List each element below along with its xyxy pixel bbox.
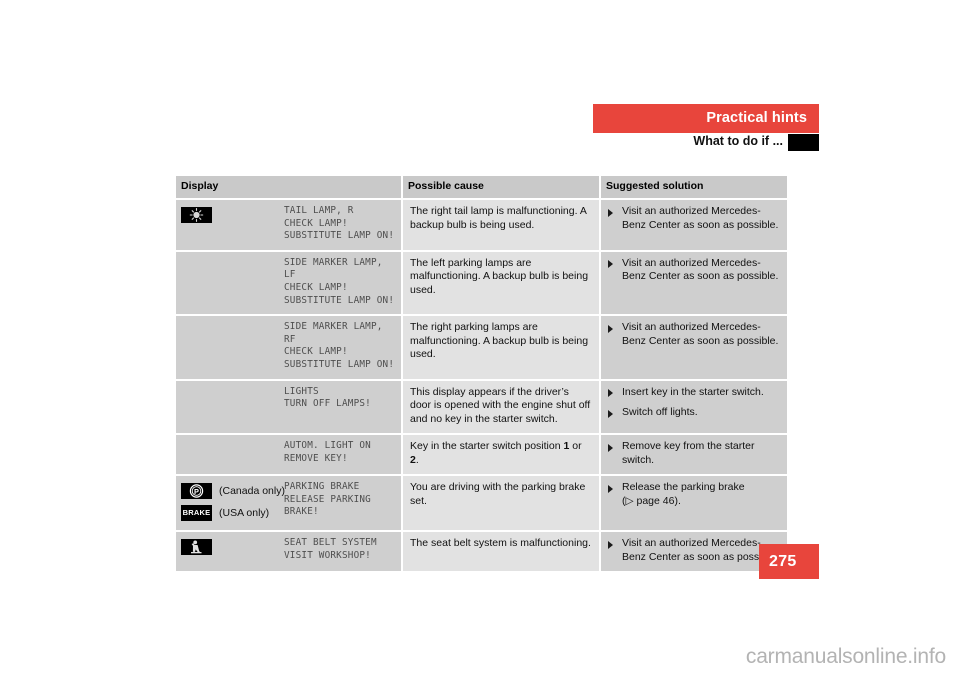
solution-text: Visit an authorized Mercedes-Benz Center… <box>622 256 779 283</box>
suggested-solution-cell: Remove key from the starter switch. <box>600 434 787 477</box>
suggested-solution-cell: Visit an authorized Mercedes-Benz Center… <box>600 250 787 317</box>
table-row: AUTOM. LIGHT ON REMOVE KEY! Key in the sta… <box>176 434 787 477</box>
table-row: SIDE MARKER LAMP, RF CHECK LAMP! SUBSTITUT… <box>176 315 787 381</box>
solution-cross-reference: (▷ page 46). <box>622 494 681 507</box>
possible-cause-cell: The left parking lamps are malfunctionin… <box>402 250 601 317</box>
warning-messages-table: Display Possible cause Suggested solutio… <box>176 176 787 572</box>
display-message-line: VISIT WORKSHOP! <box>284 549 371 561</box>
possible-cause-cell: This display appears if the driver’s doo… <box>402 379 601 436</box>
display-icon-cell <box>176 434 278 477</box>
table-row: TAIL LAMP, R CHECK LAMP! SUBSTITUTE LAMP O… <box>176 199 787 252</box>
solution-bullet: Switch off lights. <box>606 406 781 420</box>
column-header-possible-cause: Possible cause <box>402 176 601 200</box>
section-thumb-marker <box>788 134 819 151</box>
display-message-cell: TAIL LAMP, R CHECK LAMP! SUBSTITUTE LAMP O… <box>278 199 403 252</box>
possible-cause-cell: You are driving with the parking brake s… <box>402 475 601 533</box>
display-icon-cell <box>176 250 278 317</box>
table-header-row: Display Possible cause Suggested solutio… <box>176 176 787 200</box>
solution-text: Visit an authorized Mercedes-Benz Center… <box>622 205 779 231</box>
display-message-cell: SEAT BELT SYSTEM VISIT WORKSHOP! <box>278 531 403 572</box>
icon-region-label: (Canada only) <box>219 485 285 498</box>
display-message-line: LIGHTS <box>284 385 319 397</box>
icon-region-label: (USA only) <box>219 507 270 520</box>
display-message-line: TURN OFF LAMPS! <box>284 398 371 410</box>
display-message-line: SUBSTITUTE LAMP ON! <box>284 230 395 242</box>
page-number: 275 <box>769 553 797 570</box>
display-icon-cell <box>176 199 278 252</box>
display-message-line: RELEASE PARKING BRAKE! <box>284 493 371 518</box>
bullet-triangle-icon <box>608 208 613 217</box>
display-message-cell: SIDE MARKER LAMP, LF CHECK LAMP! SUBSTITUT… <box>278 250 403 317</box>
solution-bullet: Remove key from the starter switch. <box>606 440 781 467</box>
table-row: P (Canada only) BRAKE (USA only) PARKING BRA… <box>176 475 787 533</box>
suggested-solution-cell: Release the parking brake (▷ page 46). <box>600 475 787 533</box>
solution-bullet: Visit an authorized Mercedes-Benz Center… <box>606 537 781 564</box>
display-message-line: CHECK LAMP! <box>284 217 348 229</box>
page-number-tab: 275 <box>759 544 819 579</box>
display-message-line: SEAT BELT SYSTEM <box>284 537 377 549</box>
solution-bullet: Release the parking brake (▷ page 46). <box>606 481 781 508</box>
display-icon-cell: P (Canada only) BRAKE (USA only) <box>176 475 285 533</box>
bullet-triangle-icon <box>608 484 613 493</box>
display-message-line: TAIL LAMP, R <box>284 205 354 216</box>
bullet-triangle-icon <box>608 540 613 549</box>
brake-word-icon: BRAKE <box>181 505 212 522</box>
possible-cause-cell: The right parking lamps are malfunctioni… <box>402 315 601 381</box>
column-header-display: Display <box>176 176 278 200</box>
solution-bullet: Visit an authorized Mercedes-Benz Center… <box>606 257 781 284</box>
possible-cause-cell: The seat belt system is malfunctioning. <box>402 531 601 572</box>
bullet-triangle-icon <box>608 409 613 418</box>
solution-bullet: Visit an authorized Mercedes-Benz Center… <box>606 321 781 348</box>
solution-text: Insert key in the starter switch. <box>622 385 764 398</box>
solution-bullet: Insert key in the starter switch. <box>606 386 781 400</box>
table-row: SIDE MARKER LAMP, LF CHECK LAMP! SUBSTITUT… <box>176 250 787 317</box>
possible-cause-cell: Key in the starter switch position 1 or … <box>402 434 601 477</box>
solution-text: Switch off lights. <box>622 406 698 419</box>
suggested-solution-cell: Visit an authorized Mercedes-Benz Center… <box>600 199 787 252</box>
display-message-line: SUBSTITUTE LAMP ON! <box>284 358 395 370</box>
chapter-title: Practical hints <box>706 110 807 126</box>
display-message-cell: PARKING BRAKE RELEASE PARKING BRAKE! <box>278 475 403 533</box>
watermark: carmanualsonline.info <box>745 645 946 668</box>
parking-brake-p-icon: P <box>181 483 212 500</box>
solution-text: Remove key from the starter switch. <box>622 440 755 466</box>
seat-belt-icon <box>181 539 212 556</box>
suggested-solution-cell: Insert key in the starter switch. Switch … <box>600 379 787 436</box>
bullet-triangle-icon <box>608 389 613 398</box>
svg-text:P: P <box>194 487 199 496</box>
solution-text: Visit an authorized Mercedes-Benz Center… <box>622 321 779 347</box>
solution-text: Visit an authorized Mercedes-Benz Center… <box>622 537 779 563</box>
display-message-cell: LIGHTS TURN OFF LAMPS! <box>278 379 403 436</box>
display-icon-cell <box>176 379 278 436</box>
solution-bullet: Visit an authorized Mercedes-Benz Center… <box>606 205 781 232</box>
bullet-triangle-icon <box>608 324 613 333</box>
display-icon-cell <box>176 531 278 572</box>
bullet-triangle-icon <box>608 260 613 269</box>
suggested-solution-cell: Visit an authorized Mercedes-Benz Center… <box>600 315 787 381</box>
bullet-triangle-icon <box>608 443 613 452</box>
solution-text: Release the parking brake <box>622 481 745 494</box>
display-icon-cell <box>176 315 278 381</box>
display-message-line: SIDE MARKER LAMP, RF <box>284 321 383 345</box>
chapter-header-bar: Practical hints <box>593 104 819 133</box>
display-message-line: SIDE MARKER LAMP, LF <box>284 256 383 281</box>
display-message-line: SUBSTITUTE LAMP ON! <box>284 294 395 306</box>
table-body: TAIL LAMP, R CHECK LAMP! SUBSTITUTE LAMP O… <box>176 199 787 572</box>
section-header: What to do if ... <box>540 134 819 151</box>
table-row: SEAT BELT SYSTEM VISIT WORKSHOP! The seat … <box>176 531 787 572</box>
column-header-display-spacer <box>278 176 403 200</box>
display-message-cell: SIDE MARKER LAMP, RF CHECK LAMP! SUBSTITUT… <box>278 315 403 381</box>
possible-cause-cell: The right tail lamp is malfunctioning. A… <box>402 199 601 252</box>
display-message-line: CHECK LAMP! <box>284 281 348 293</box>
lamp-warning-icon <box>181 207 212 224</box>
column-header-suggested-solution: Suggested solution <box>600 176 787 200</box>
display-message-line: CHECK LAMP! <box>284 346 348 358</box>
display-message-cell: AUTOM. LIGHT ON REMOVE KEY! <box>278 434 403 477</box>
table-row: LIGHTS TURN OFF LAMPS! This display appear… <box>176 379 787 436</box>
display-message-line: PARKING BRAKE <box>284 481 360 493</box>
section-title: What to do if ... <box>693 134 783 148</box>
display-message-line: REMOVE KEY! <box>284 452 348 464</box>
display-message-line: AUTOM. LIGHT ON <box>284 440 371 452</box>
